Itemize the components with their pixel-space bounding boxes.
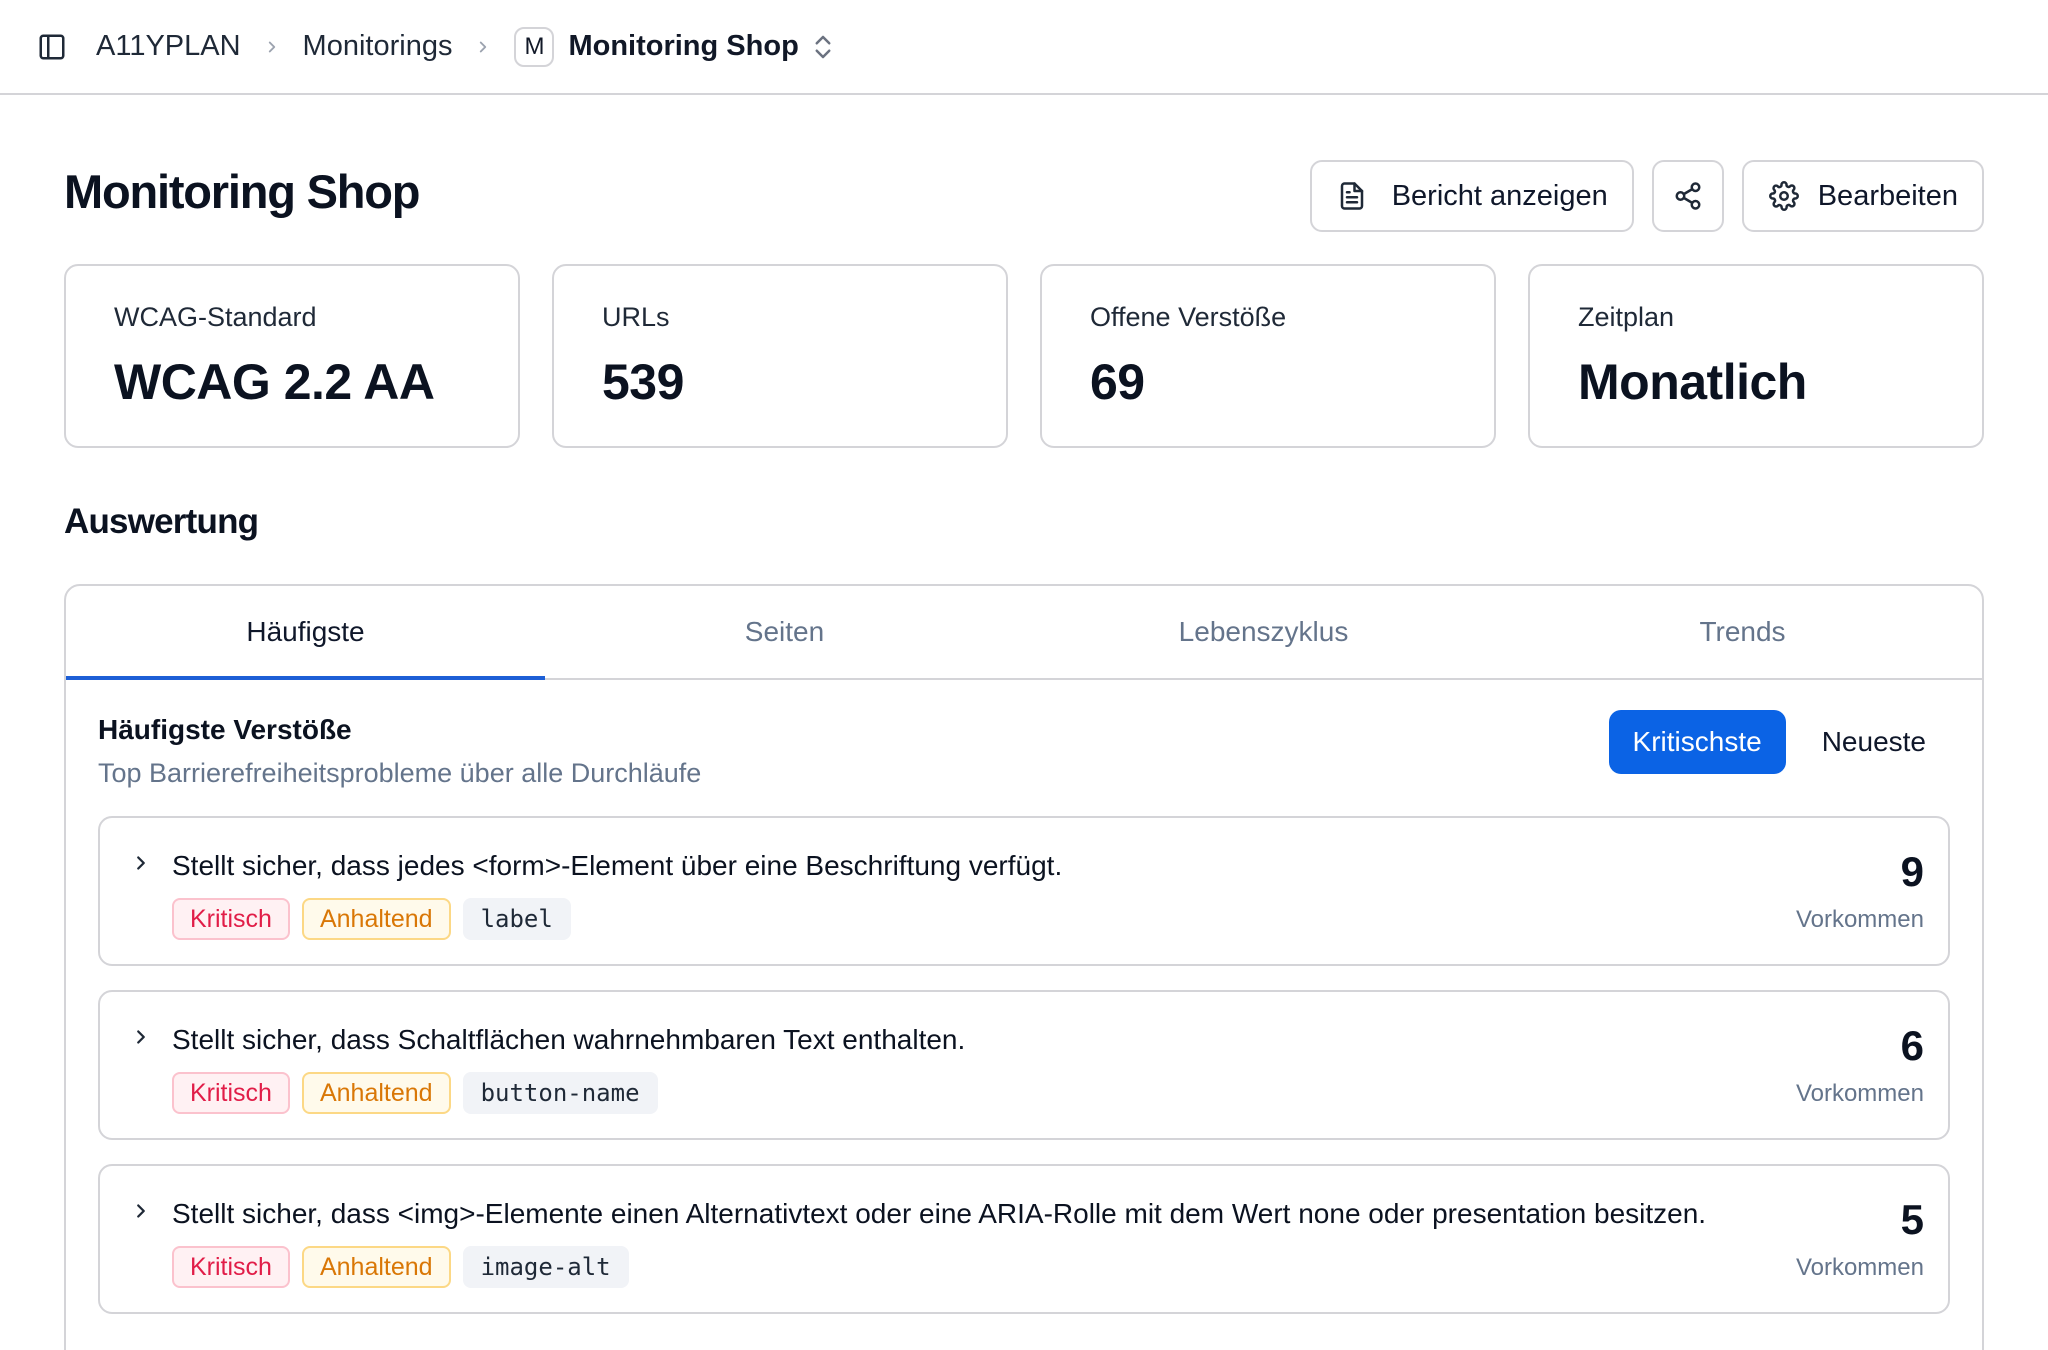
count-label: Vorkommen xyxy=(1795,1254,1924,1281)
rule-id-badge: label xyxy=(462,898,571,940)
analysis-panel: Häufigste Seiten Lebenszyklus Trends Häu… xyxy=(64,584,1984,1350)
stats-row: WCAG-Standard WCAG 2.2 AA URLs 539 Offen… xyxy=(64,264,1984,448)
page-title: Monitoring Shop xyxy=(64,165,420,218)
issue-item[interactable]: Stellt sicher, dass Schaltflächen wahrne… xyxy=(98,990,1950,1140)
count-number: 6 xyxy=(1900,1022,1924,1069)
issue-item[interactable]: Stellt sicher, dass <img>-Elemente einen… xyxy=(98,1164,1950,1314)
chevron-right-icon[interactable] xyxy=(128,1198,154,1224)
tab-trends[interactable]: Trends xyxy=(1503,586,1982,678)
count-label: Vorkommen xyxy=(1795,1080,1924,1107)
stat-card-wcag: WCAG-Standard WCAG 2.2 AA xyxy=(64,264,520,448)
status-badge: Anhaltend xyxy=(301,1072,451,1114)
stat-label: WCAG-Standard xyxy=(114,302,317,332)
count-label: Vorkommen xyxy=(1795,906,1924,933)
breadcrumb-section[interactable]: Monitorings xyxy=(303,30,453,63)
section-title: Auswertung xyxy=(64,502,259,541)
view-report-button[interactable]: Bericht anzeigen xyxy=(1309,160,1634,232)
stat-value: WCAG 2.2 AA xyxy=(114,354,435,410)
issue-list: Stellt sicher, dass jedes <form>-Element… xyxy=(98,816,1950,1314)
chevron-right-icon[interactable] xyxy=(128,1024,154,1050)
header-actions: Bericht anzeigen Bearbeiten xyxy=(1309,160,1984,232)
severity-badge: Kritisch xyxy=(172,1246,290,1288)
stat-label: URLs xyxy=(602,302,670,332)
stat-value: 539 xyxy=(602,354,684,410)
edit-label: Bearbeiten xyxy=(1817,179,1958,212)
chevron-right-icon[interactable] xyxy=(128,850,154,876)
stat-card-open-violations: Offene Verstöße 69 xyxy=(1040,264,1496,448)
status-badge: Anhaltend xyxy=(301,1246,451,1288)
issue-title: Stellt sicher, dass jedes <form>-Element… xyxy=(172,850,1063,881)
chevron-up-down-icon[interactable] xyxy=(811,31,835,63)
breadcrumb-current[interactable]: Monitoring Shop xyxy=(568,30,798,63)
panel-header: Häufigste Verstöße Top Barrierefreiheits… xyxy=(98,714,701,789)
tab-bar: Häufigste Seiten Lebenszyklus Trends xyxy=(66,586,1982,680)
panel-subtitle: Top Barrierefreiheitsprobleme über alle … xyxy=(98,758,702,788)
issue-tags: Kritisch Anhaltend image-alt xyxy=(172,1246,1718,1288)
view-report-label: Bericht anzeigen xyxy=(1391,179,1608,212)
chevron-right-icon xyxy=(472,36,494,58)
sort-newest-button[interactable]: Neueste xyxy=(1798,710,1950,774)
sort-critical-button[interactable]: Kritischste xyxy=(1608,710,1786,774)
chevron-right-icon xyxy=(261,36,283,58)
stat-label: Zeitplan xyxy=(1578,302,1675,332)
stat-card-schedule: Zeitplan Monatlich xyxy=(1528,264,1984,448)
rule-id-badge: button-name xyxy=(462,1072,658,1114)
occurrence-count: 6 Vorkommen xyxy=(1796,1022,1924,1108)
issue-title: Stellt sicher, dass <img>-Elemente einen… xyxy=(172,1198,1707,1229)
severity-badge: Kritisch xyxy=(172,898,290,940)
stat-card-urls: URLs 539 xyxy=(552,264,1008,448)
panel-title: Häufigste Verstöße xyxy=(98,714,352,745)
occurrence-count: 9 Vorkommen xyxy=(1796,848,1924,934)
breadcrumb-org[interactable]: A11YPLAN xyxy=(96,30,241,63)
gear-icon xyxy=(1768,180,1800,212)
count-number: 9 xyxy=(1900,848,1924,895)
tab-lifecycle[interactable]: Lebenszyklus xyxy=(1024,586,1503,678)
share-button[interactable] xyxy=(1651,160,1724,232)
monitoring-avatar: M xyxy=(514,26,555,67)
top-bar: A11YPLAN Monitorings M Monitoring Shop xyxy=(0,0,2048,95)
stat-value: Monatlich xyxy=(1578,354,1807,410)
stat-value: 69 xyxy=(1090,354,1145,410)
occurrence-count: 5 Vorkommen xyxy=(1796,1196,1924,1282)
severity-badge: Kritisch xyxy=(172,1072,290,1114)
stat-label: Offene Verstöße xyxy=(1090,302,1287,332)
tab-pages[interactable]: Seiten xyxy=(545,586,1024,678)
document-icon xyxy=(1336,180,1368,212)
edit-button[interactable]: Bearbeiten xyxy=(1741,160,1984,232)
status-badge: Anhaltend xyxy=(301,898,451,940)
tab-most-frequent[interactable]: Häufigste xyxy=(66,586,545,680)
issue-item[interactable]: Stellt sicher, dass jedes <form>-Element… xyxy=(98,816,1950,966)
share-icon xyxy=(1672,180,1704,212)
issue-tags: Kritisch Anhaltend button-name xyxy=(172,1072,1718,1114)
sort-toggle: Kritischste Neueste xyxy=(1608,710,1950,774)
issue-tags: Kritisch Anhaltend label xyxy=(172,898,1718,940)
issue-title: Stellt sicher, dass Schaltflächen wahrne… xyxy=(172,1024,966,1055)
sidebar-toggle-icon[interactable] xyxy=(36,31,68,63)
rule-id-badge: image-alt xyxy=(462,1246,629,1288)
count-number: 5 xyxy=(1900,1196,1924,1243)
